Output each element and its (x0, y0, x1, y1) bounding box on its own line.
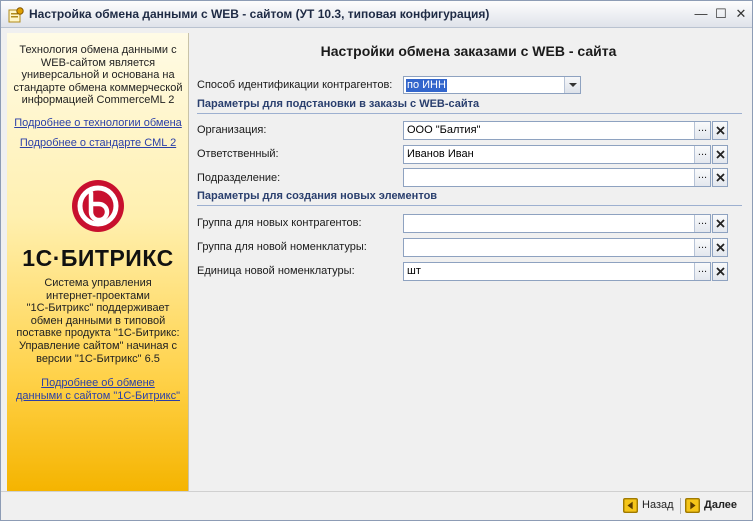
window-title: Настройка обмена данными с WEB - сайтом … (29, 7, 490, 21)
chevron-down-icon[interactable] (564, 77, 580, 93)
close-icon (716, 267, 725, 276)
new-contractors-group-clear-button[interactable] (712, 214, 728, 233)
intro-line: WEB-сайтом является (40, 56, 156, 69)
responsible-field[interactable]: Иванов Иван ... (403, 145, 711, 164)
description-line: Система управления (44, 277, 152, 289)
minimize-button[interactable]: — (691, 5, 711, 23)
dialog-footer: Назад Далее (1, 491, 752, 520)
department-label: Подразделение: (197, 172, 281, 184)
close-icon (716, 173, 725, 182)
new-unit-field[interactable]: шт ... (403, 262, 711, 281)
close-icon (716, 126, 725, 135)
organization-clear-button[interactable] (712, 121, 728, 140)
new-contractors-group-label: Группа для новых контрагентов: (197, 217, 362, 229)
description-line: Управление сайтом" начиная с (18, 339, 178, 352)
description-line: интернет-проектами (46, 289, 150, 302)
new-nomenclature-group-label: Группа для новой номенклатуры: (197, 241, 367, 253)
new-unit-select-button[interactable]: ... (694, 263, 710, 280)
new-unit-clear-button[interactable] (712, 262, 728, 281)
link-bitrix-exchange[interactable]: Подробнее об обмене данными с сайтом "1С… (7, 377, 189, 402)
description-line: поставке продукта "1С-Битрикс: (16, 327, 180, 340)
arrow-left-icon (623, 498, 638, 513)
next-label: Далее (704, 499, 738, 511)
responsible-label: Ответственный: (197, 148, 279, 160)
section-new-header: Параметры для создания новых элементов (197, 190, 742, 206)
organization-field[interactable]: ООО "Балтия" ... (403, 121, 711, 140)
link-line[interactable]: данными с сайтом "1С-Битрикс" (7, 390, 189, 403)
intro-line: универсальной и основана на (21, 69, 175, 82)
link-technology[interactable]: Подробнее о технологии обмена (7, 117, 189, 130)
form-title: Настройки обмена заказами с WEB - сайта (320, 43, 617, 59)
department-clear-button[interactable] (712, 168, 728, 187)
info-panel: Технология обмена данными с WEB-сайтом я… (7, 33, 189, 491)
intro-line: стандарте обмена коммерческой (13, 81, 183, 94)
maximize-button[interactable]: ☐ (711, 5, 731, 23)
department-field[interactable]: ... (403, 168, 711, 187)
responsible-value: Иванов Иван (407, 148, 474, 160)
footer-separator (680, 498, 681, 514)
close-icon (716, 150, 725, 159)
description-line: обмен данными в типовой (30, 314, 166, 327)
arrow-right-icon (685, 498, 700, 513)
identification-value: по ИНН (406, 79, 447, 92)
close-icon (716, 219, 725, 228)
organization-value: ООО "Балтия" (407, 124, 481, 136)
dialog-window: Настройка обмена данными с WEB - сайтом … (0, 0, 753, 521)
intro-line: Технология обмена данными с (19, 44, 177, 56)
organization-label: Организация: (197, 124, 267, 136)
close-icon (716, 243, 725, 252)
back-button[interactable]: Назад (623, 498, 679, 515)
back-label: Назад (642, 499, 674, 511)
description-line: версии "1С-Битрикс" 6.5 (36, 352, 160, 365)
new-unit-label: Единица новой номенклатуры: (197, 265, 355, 277)
description-line: "1С-Битрикс" поддерживает (26, 302, 170, 315)
next-button[interactable]: Далее (685, 498, 745, 515)
title-bar[interactable]: Настройка обмена данными с WEB - сайтом … (1, 1, 752, 28)
new-unit-value: шт (407, 265, 421, 277)
section-orders-title: Параметры для подстановки в заказы с WEB… (197, 98, 480, 110)
link-line[interactable]: Подробнее об обмене (7, 377, 189, 390)
app-settings-icon (8, 7, 24, 23)
intro-text: Технология обмена данными с WEB-сайтом я… (7, 44, 189, 107)
settings-form: Настройки обмена заказами с WEB - сайта … (189, 33, 748, 491)
intro-line: информацией CommerceML 2 (21, 94, 175, 107)
new-nomenclature-group-clear-button[interactable] (712, 238, 728, 257)
section-new-title: Параметры для создания новых элементов (197, 190, 438, 202)
bitrix-logo-text: 1С·БИТРИКС (22, 245, 174, 271)
department-select-button[interactable]: ... (694, 169, 710, 186)
new-nomenclature-group-field[interactable]: ... (403, 238, 711, 257)
bitrix-logo-icon (72, 180, 124, 232)
responsible-clear-button[interactable] (712, 145, 728, 164)
identification-select[interactable]: по ИНН (403, 76, 581, 94)
responsible-select-button[interactable]: ... (694, 146, 710, 163)
section-orders-header: Параметры для подстановки в заказы с WEB… (197, 98, 742, 114)
new-contractors-group-field[interactable]: ... (403, 214, 711, 233)
new-nomenclature-group-select-button[interactable]: ... (694, 239, 710, 256)
organization-select-button[interactable]: ... (694, 122, 710, 139)
bitrix-description: Система управления интернет-проектами "1… (7, 277, 189, 365)
new-contractors-group-select-button[interactable]: ... (694, 215, 710, 232)
link-standard[interactable]: Подробнее о стандарте CML 2 (7, 137, 189, 150)
close-button[interactable]: ✕ (731, 5, 751, 23)
identification-label: Способ идентификации контрагентов: (197, 79, 393, 91)
